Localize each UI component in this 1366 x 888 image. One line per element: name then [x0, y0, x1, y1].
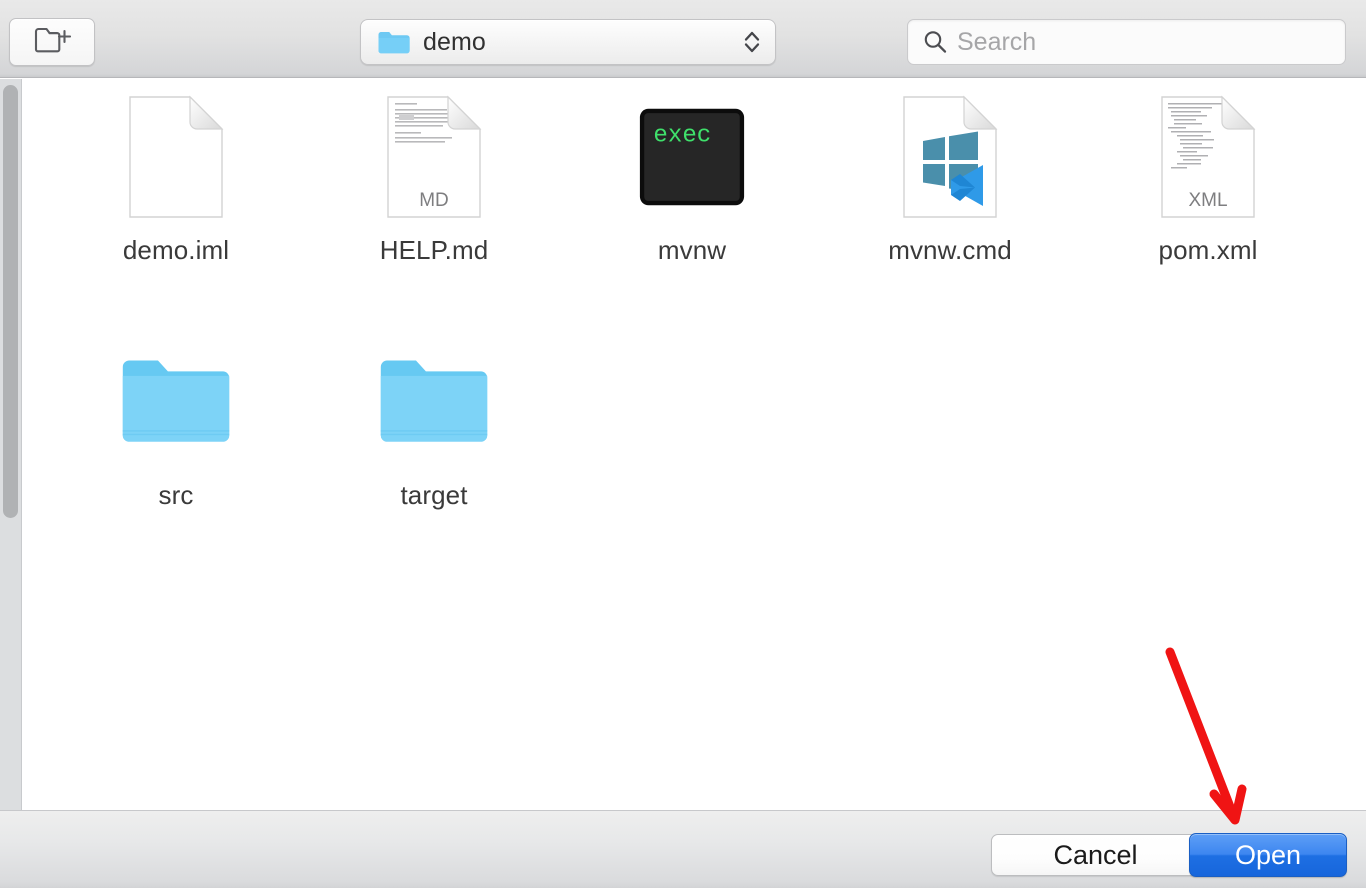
new-folder-button[interactable] — [9, 18, 95, 66]
file-badge-text: MD — [419, 190, 449, 211]
path-popup-button[interactable]: demo — [360, 19, 776, 65]
folder-name: target — [400, 480, 468, 510]
file-item[interactable]: exec mvnw — [563, 91, 821, 266]
file-badge-text: XML — [1188, 190, 1227, 211]
scrollbar-thumb[interactable] — [3, 85, 18, 518]
blank-document-icon — [121, 91, 231, 223]
folder-icon — [121, 336, 231, 468]
windows-vscode-document-icon — [895, 91, 1005, 223]
up-down-chevron-icon[interactable] — [743, 27, 761, 57]
file-name: mvnw — [657, 235, 727, 265]
path-popup-label: demo — [423, 27, 486, 56]
code-document-icon: XML — [1153, 91, 1263, 223]
cancel-button[interactable]: Cancel — [991, 834, 1200, 876]
search-placeholder: Search — [957, 27, 1037, 56]
file-grid: demo.iml MD HELP.md exec mvnw mvnw.cmd X… — [47, 91, 1366, 511]
folder-icon — [377, 30, 411, 55]
file-item[interactable]: mvnw.cmd — [821, 91, 1079, 266]
search-icon — [922, 29, 948, 55]
file-item[interactable]: XML pom.xml — [1079, 91, 1337, 266]
file-item[interactable]: demo.iml — [47, 91, 305, 266]
dialog-toolbar: demo Search — [0, 0, 1366, 78]
file-item[interactable]: MD HELP.md — [305, 91, 563, 266]
open-file-dialog: demo Search demo.iml MD HELP.md exec mvn… — [0, 0, 1366, 888]
exec-badge-text: exec — [653, 123, 711, 150]
folder-icon — [379, 336, 489, 468]
folder-item[interactable]: src — [47, 336, 305, 511]
file-browser-area: demo.iml MD HELP.md exec mvnw mvnw.cmd X… — [23, 79, 1366, 810]
text-document-icon: MD — [379, 91, 489, 223]
vertical-scrollbar[interactable] — [0, 79, 22, 810]
file-name: demo.iml — [122, 235, 230, 265]
file-name: pom.xml — [1158, 235, 1258, 265]
folder-name: src — [158, 480, 194, 510]
folder-item[interactable]: target — [305, 336, 563, 511]
search-input[interactable]: Search — [907, 19, 1346, 65]
terminal-exec-icon: exec — [637, 91, 747, 223]
file-name: HELP.md — [379, 235, 489, 265]
open-button[interactable]: Open — [1189, 833, 1347, 877]
file-name: mvnw.cmd — [888, 235, 1012, 265]
new-folder-icon — [33, 24, 72, 61]
